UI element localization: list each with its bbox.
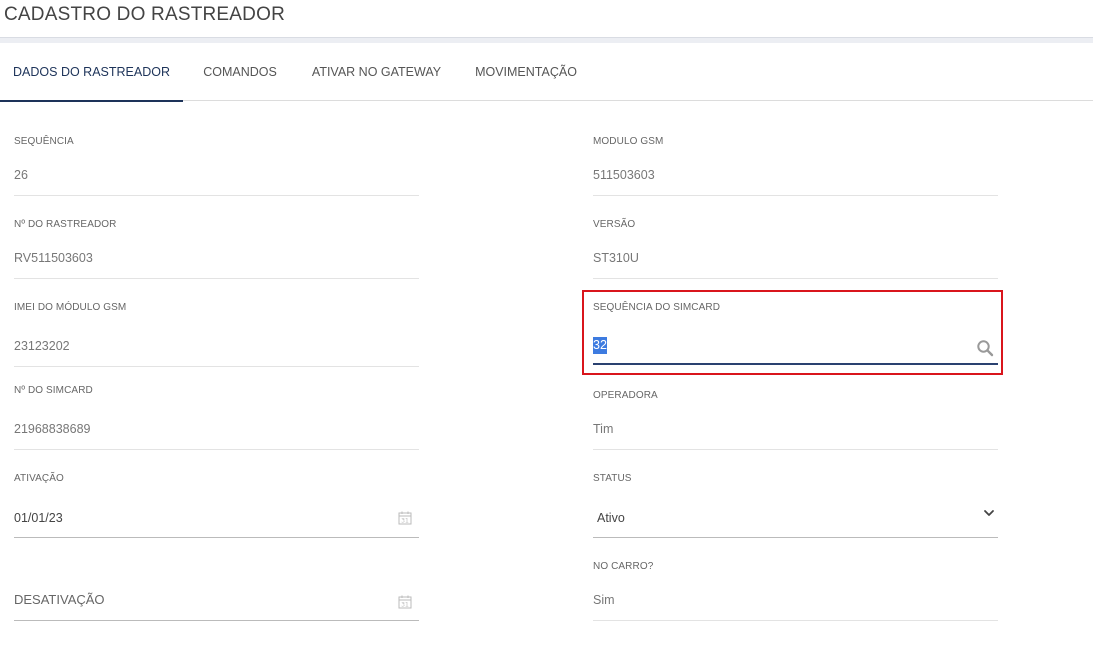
field-operadora: OPERADORA Tim (593, 390, 998, 450)
sequencia-simcard-input[interactable]: 32 (593, 337, 998, 365)
svg-text:31: 31 (401, 518, 409, 525)
operadora-input[interactable]: Tim (593, 422, 613, 436)
field-label: ATIVAÇÃO (14, 473, 64, 484)
field-underline (14, 620, 419, 621)
field-underline (593, 449, 998, 450)
calendar-icon[interactable]: 31 (398, 595, 412, 609)
field-label: OPERADORA (593, 390, 658, 401)
svg-text:31: 31 (401, 602, 409, 609)
tab-comandos[interactable]: COMANDOS (190, 44, 290, 101)
page: CADASTRO DO RASTREADOR DADOS DO RASTREAD… (0, 0, 1093, 653)
field-label: MODULO GSM (593, 136, 664, 147)
field-imei: IMEI DO MÓDULO GSM 23123202 (14, 302, 419, 367)
numero-simcard-input[interactable]: 21968838689 (14, 422, 90, 436)
imei-input[interactable]: 23123202 (14, 339, 70, 353)
field-underline (14, 366, 419, 367)
field-label: Nº DO SIMCARD (14, 385, 93, 396)
no-carro-input[interactable]: Sim (593, 593, 615, 607)
field-numero-simcard: Nº DO SIMCARD 21968838689 (14, 385, 419, 450)
versao-input[interactable]: ST310U (593, 251, 639, 265)
field-modulo-gsm: MODULO GSM 511503603 (593, 136, 998, 196)
field-label: VERSÃO (593, 219, 636, 230)
field-versao: VERSÃO ST310U (593, 219, 998, 279)
numero-rastreador-input[interactable]: RV511503603 (14, 251, 93, 265)
field-status: STATUS Ativo (593, 473, 998, 538)
field-label: Nº DO RASTREADOR (14, 219, 117, 230)
sequencia-input[interactable]: 26 (14, 168, 28, 182)
tab-bar: DADOS DO RASTREADOR COMANDOS ATIVAR NO G… (0, 44, 1093, 102)
field-underline (14, 278, 419, 279)
tab-ativar-no-gateway[interactable]: ATIVAR NO GATEWAY (304, 44, 449, 101)
selected-text: 32 (593, 337, 607, 354)
calendar-icon[interactable]: 31 (398, 511, 412, 525)
modulo-gsm-input[interactable]: 511503603 (593, 168, 655, 182)
search-icon[interactable] (976, 339, 994, 357)
field-underline (14, 449, 419, 450)
field-underline (593, 278, 998, 279)
field-label: SEQUÊNCIA (14, 136, 74, 147)
status-select[interactable]: Ativo (597, 511, 625, 525)
title-divider (0, 37, 1093, 43)
field-underline (593, 195, 998, 196)
field-no-carro: NO CARRO? Sim (593, 561, 998, 621)
field-sequencia-simcard: SEQUÊNCIA DO SIMCARD (593, 302, 998, 322)
field-label: SEQUÊNCIA DO SIMCARD (593, 302, 721, 313)
page-title: CADASTRO DO RASTREADOR (4, 4, 285, 25)
desativacao-date-input[interactable]: DESATIVAÇÃO (14, 592, 105, 607)
field-numero-rastreador: Nº DO RASTREADOR RV511503603 (14, 219, 419, 279)
field-label: NO CARRO? (593, 561, 654, 572)
tab-movimentacao[interactable]: MOVIMENTAÇÃO (466, 44, 586, 101)
field-underline (14, 537, 419, 538)
tab-dados-do-rastreador[interactable]: DADOS DO RASTREADOR (0, 44, 183, 102)
field-label: STATUS (593, 473, 632, 484)
field-label: IMEI DO MÓDULO GSM (14, 302, 127, 313)
ativacao-date-input[interactable]: 01/01/23 (14, 511, 63, 525)
field-underline (593, 620, 998, 621)
field-underline (14, 195, 419, 196)
field-ativacao: ATIVAÇÃO 01/01/23 31 (14, 473, 419, 538)
field-underline (593, 537, 998, 538)
field-sequencia: SEQUÊNCIA 26 (14, 136, 419, 196)
field-desativacao: DESATIVAÇÃO 31 (14, 556, 419, 621)
chevron-down-icon[interactable] (982, 506, 996, 520)
